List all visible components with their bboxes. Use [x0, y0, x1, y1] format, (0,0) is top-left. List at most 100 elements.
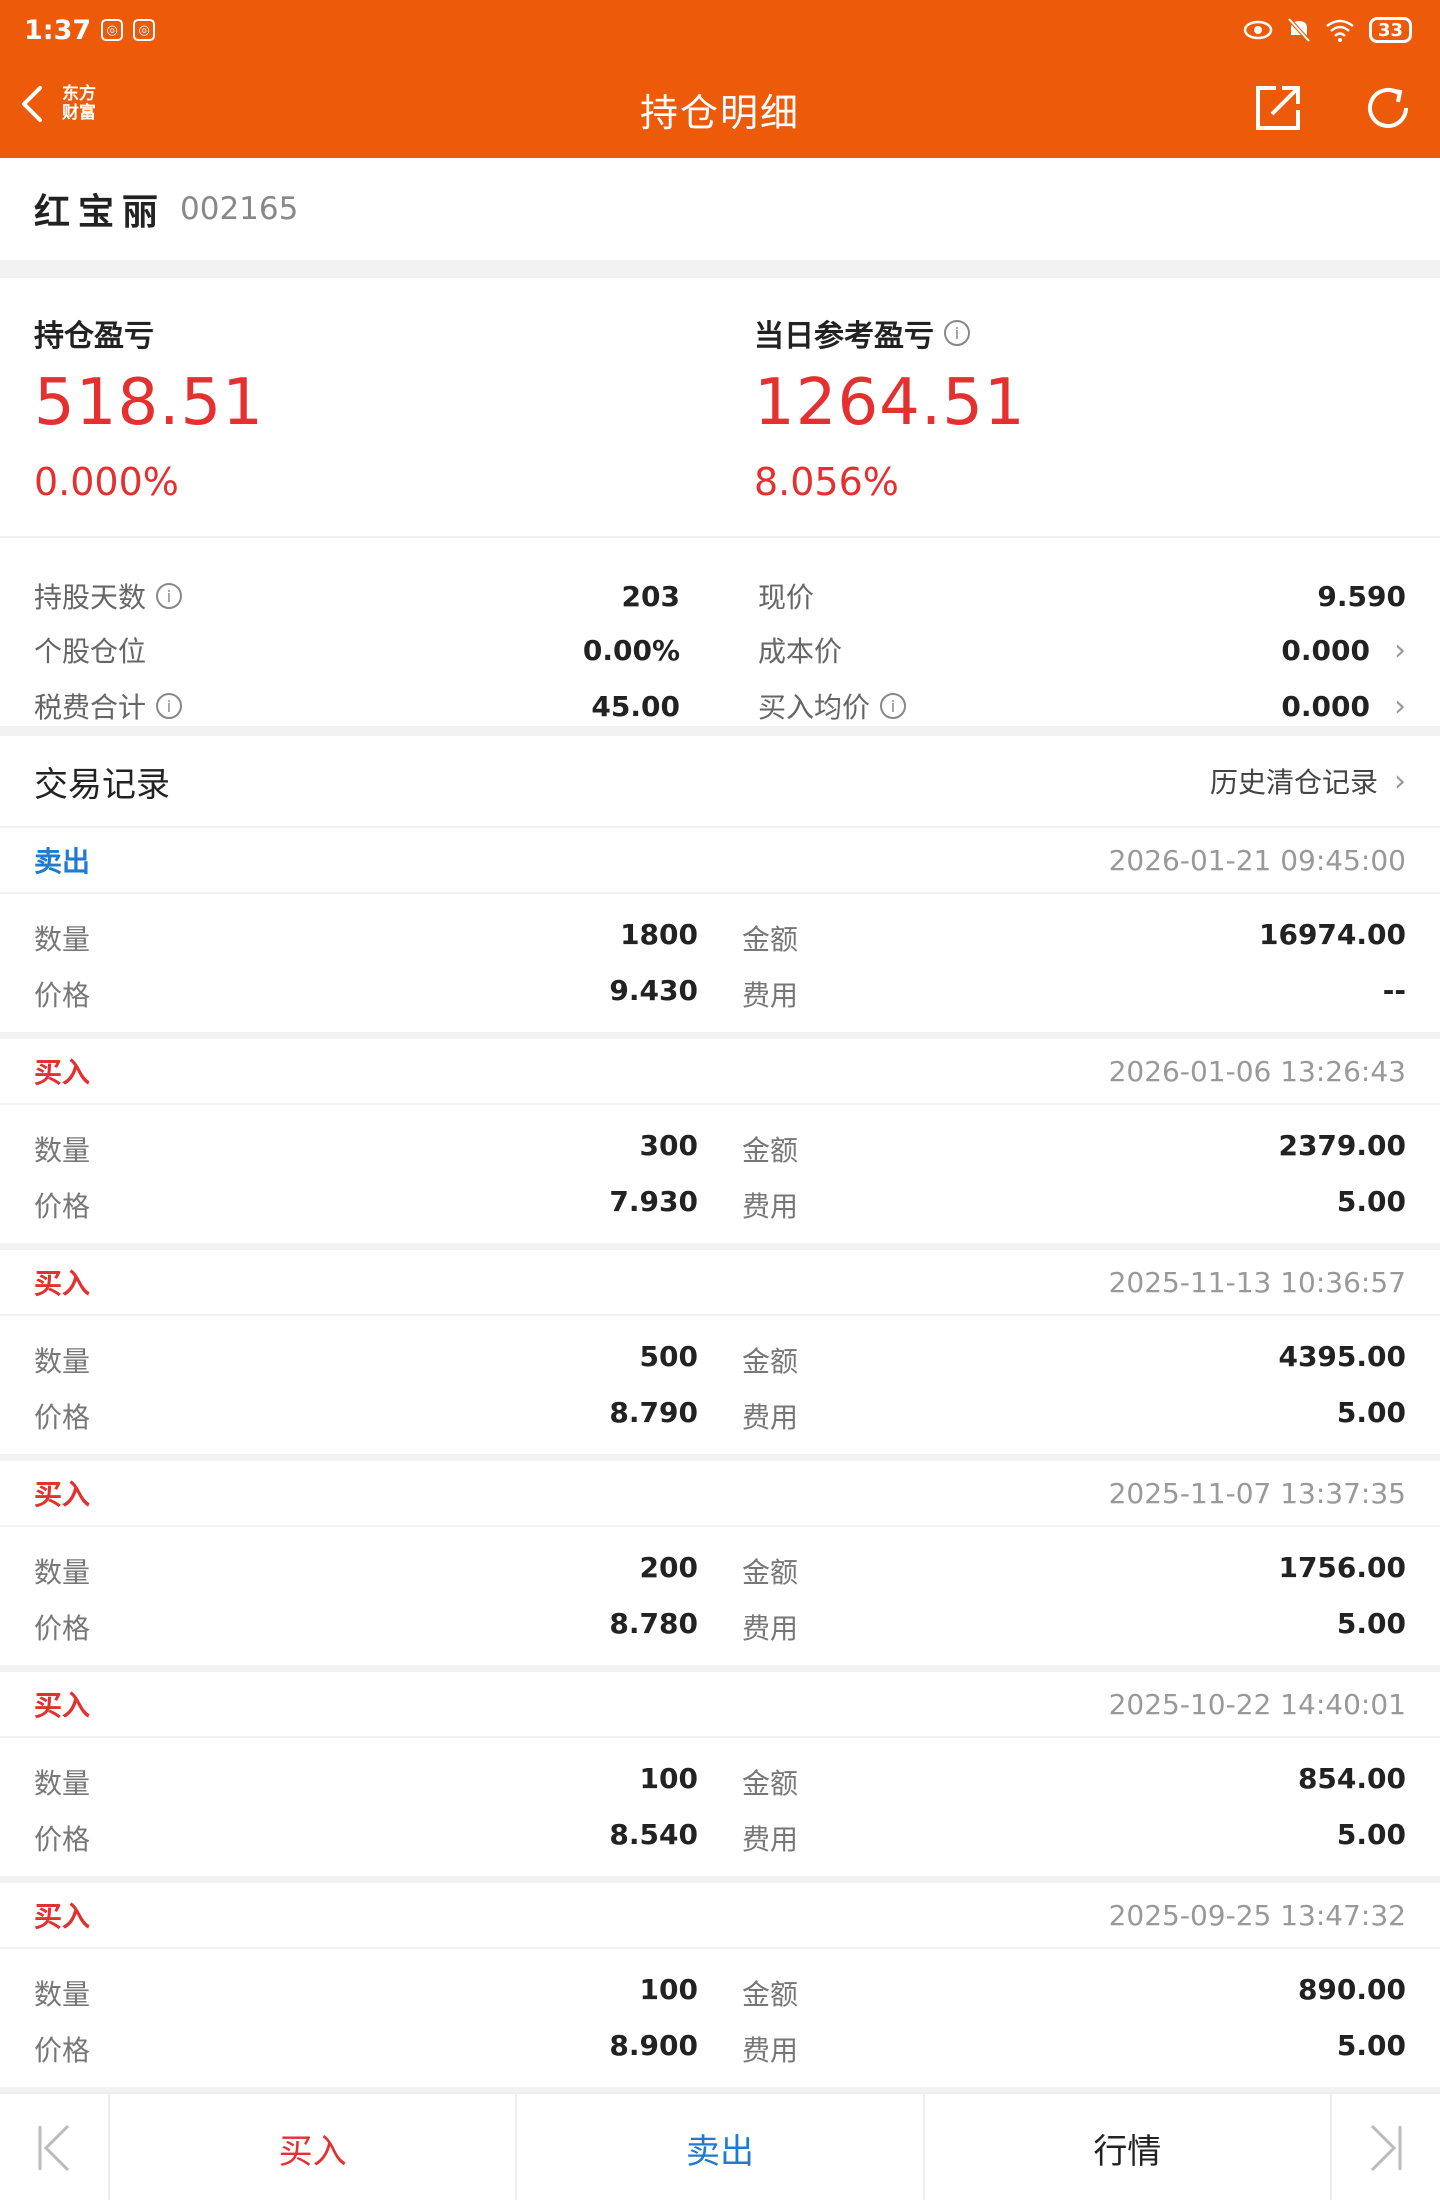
- app-logo: 东方 财富: [58, 85, 100, 123]
- trade-record-header: 买入 2025-10-22 14:40:01: [0, 1672, 1440, 1738]
- price-value: 8.780: [609, 1607, 698, 1640]
- status-bar: 1:37 ◎ ◎ 33: [0, 0, 1440, 60]
- amount-value: 16974.00: [1258, 918, 1406, 951]
- refresh-button[interactable]: [1360, 80, 1416, 140]
- detail-avg-buy-price[interactable]: 买入均价 i 0.000 ›: [758, 686, 1406, 726]
- detail-cost-price[interactable]: 成本价 0.000 ›: [758, 630, 1406, 670]
- trade-record[interactable]: 买入 2025-10-22 14:40:01 数量 100 价格 8.540 金额 854.0…: [0, 1672, 1440, 1876]
- fee-label: 费用: [742, 1190, 799, 1223]
- amount-label: 金额: [742, 923, 799, 956]
- chevron-right-icon: ›: [1394, 632, 1406, 668]
- records-header: 交易记录 历史清仓记录 ›: [0, 736, 1440, 826]
- price-label: 价格: [34, 1401, 91, 1434]
- trade-record-header: 买入 2026-01-06 13:26:43: [0, 1039, 1440, 1105]
- trade-side: 买入: [34, 1478, 91, 1511]
- stock-name: 红宝丽: [34, 192, 167, 233]
- divider: [0, 536, 1440, 538]
- amount-value: 890.00: [1297, 1973, 1406, 2006]
- position-pl-percent: 0.000%: [34, 460, 179, 504]
- daily-pl-value: 1264.51: [754, 366, 1026, 440]
- price-value: 8.790: [609, 1396, 698, 1429]
- history-link-label: 历史清仓记录: [1209, 766, 1378, 799]
- eye-icon: [1243, 20, 1273, 40]
- trade-record[interactable]: 买入 2025-11-07 13:37:35 数量 200 价格 8.780 金额 1756.…: [0, 1461, 1440, 1665]
- qty-value: 300: [639, 1129, 698, 1162]
- detail-label: 个股仓位: [34, 635, 147, 668]
- price-value: 8.900: [609, 2029, 698, 2062]
- page-title: 持仓明细: [639, 90, 800, 135]
- stock-code: 002165: [180, 191, 299, 227]
- sell-button[interactable]: 卖出: [515, 2094, 922, 2200]
- mute-icon: [1287, 17, 1311, 43]
- trade-datetime: 2026-01-06 13:26:43: [1108, 1054, 1406, 1088]
- detail-label: 买入均价: [758, 691, 871, 724]
- label-text: 当日参考盈亏: [754, 319, 934, 354]
- qty-label: 数量: [34, 923, 91, 956]
- history-link[interactable]: 历史清仓记录 ›: [1210, 761, 1406, 801]
- wifi-icon: [1326, 19, 1354, 42]
- amount-label: 金额: [742, 1767, 799, 1800]
- trade-datetime: 2025-11-13 10:36:57: [1108, 1265, 1406, 1299]
- daily-pl-label[interactable]: 当日参考盈亏 i: [754, 311, 970, 355]
- share-button[interactable]: [1250, 80, 1306, 140]
- chevron-right-icon: ›: [1394, 688, 1406, 724]
- qty-label: 数量: [34, 1134, 91, 1167]
- info-icon[interactable]: i: [156, 583, 183, 609]
- daily-pl-percent: 8.056%: [754, 460, 899, 504]
- trade-datetime: 2026-01-21 09:45:00: [1108, 843, 1406, 877]
- detail-fees-total[interactable]: 税费合计 i 45.00: [34, 686, 680, 726]
- fee-value: 5.00: [1336, 2029, 1406, 2062]
- fee-value: 5.00: [1336, 1396, 1406, 1429]
- trade-side: 买入: [34, 1056, 91, 1089]
- position-pl-value: 518.51: [34, 366, 264, 440]
- fee-value: 5.00: [1336, 1185, 1406, 1218]
- battery-indicator: 33: [1368, 17, 1412, 43]
- detail-value: 203: [621, 579, 680, 613]
- trade-datetime: 2025-10-22 14:40:01: [1108, 1687, 1406, 1721]
- price-label: 价格: [34, 1612, 91, 1645]
- detail-holding-days[interactable]: 持股天数 i 203: [34, 576, 680, 616]
- trade-side: 买入: [34, 1689, 91, 1722]
- logo-text: 东方: [62, 84, 96, 104]
- position-summary: 持仓盈亏 518.51 0.000% 当日参考盈亏 i 1264.51 8.05…: [0, 278, 1440, 726]
- trade-record[interactable]: 买入 2025-11-13 10:36:57 数量 500 价格 8.790 金额 4395.…: [0, 1250, 1440, 1454]
- amount-label: 金额: [742, 1345, 799, 1378]
- trade-record[interactable]: 买入 2026-01-06 13:26:43 数量 300 价格 7.930 金额 2379.…: [0, 1039, 1440, 1243]
- app-header: 1:37 ◎ ◎ 33 东方 财富 持仓明细: [0, 0, 1440, 158]
- amount-value: 1756.00: [1278, 1551, 1406, 1584]
- detail-label: 现价: [758, 581, 815, 614]
- status-icons: 33: [1243, 17, 1412, 43]
- back-button[interactable]: 东方 财富: [18, 82, 100, 126]
- trade-datetime: 2025-09-25 13:47:32: [1108, 1898, 1406, 1932]
- price-label: 价格: [34, 1823, 91, 1856]
- quote-button[interactable]: 行情: [922, 2094, 1332, 2200]
- qty-label: 数量: [34, 1767, 91, 1800]
- trade-record[interactable]: 买入 2025-09-25 13:47:32 数量 100 价格 8.900 金额 890.0…: [0, 1883, 1440, 2087]
- detail-value: 0.000: [1281, 689, 1370, 723]
- chevron-right-icon: ›: [1394, 763, 1406, 799]
- fee-label: 费用: [742, 2034, 799, 2067]
- trade-record-header: 卖出 2026-01-21 09:45:00: [0, 828, 1440, 894]
- next-stock-button[interactable]: [1332, 2094, 1440, 2200]
- notification-icon: ◎: [133, 19, 156, 41]
- trade-side: 买入: [34, 1900, 91, 1933]
- prev-stock-button[interactable]: [0, 2094, 108, 2200]
- info-icon[interactable]: i: [156, 693, 183, 719]
- share-icon: [1256, 86, 1300, 130]
- trade-record-header: 买入 2025-11-07 13:37:35: [0, 1461, 1440, 1527]
- price-label: 价格: [34, 979, 91, 1012]
- buy-button[interactable]: 买入: [108, 2094, 515, 2200]
- trade-record[interactable]: 卖出 2026-01-21 09:45:00 数量 1800 价格 9.430 金额 1697…: [0, 828, 1440, 1032]
- qty-label: 数量: [34, 1978, 91, 2011]
- trade-side: 买入: [34, 1267, 91, 1300]
- qty-label: 数量: [34, 1345, 91, 1378]
- detail-label: 税费合计: [34, 691, 147, 724]
- position-pl-label: 持仓盈亏: [34, 311, 154, 355]
- info-icon[interactable]: i: [944, 320, 970, 346]
- qty-value: 1800: [620, 918, 698, 951]
- detail-value: 0.00%: [582, 633, 680, 667]
- detail-position-ratio: 个股仓位 0.00%: [34, 630, 680, 670]
- records-title: 交易记录: [34, 764, 170, 805]
- info-icon[interactable]: i: [880, 693, 907, 719]
- trade-side: 卖出: [34, 845, 91, 878]
